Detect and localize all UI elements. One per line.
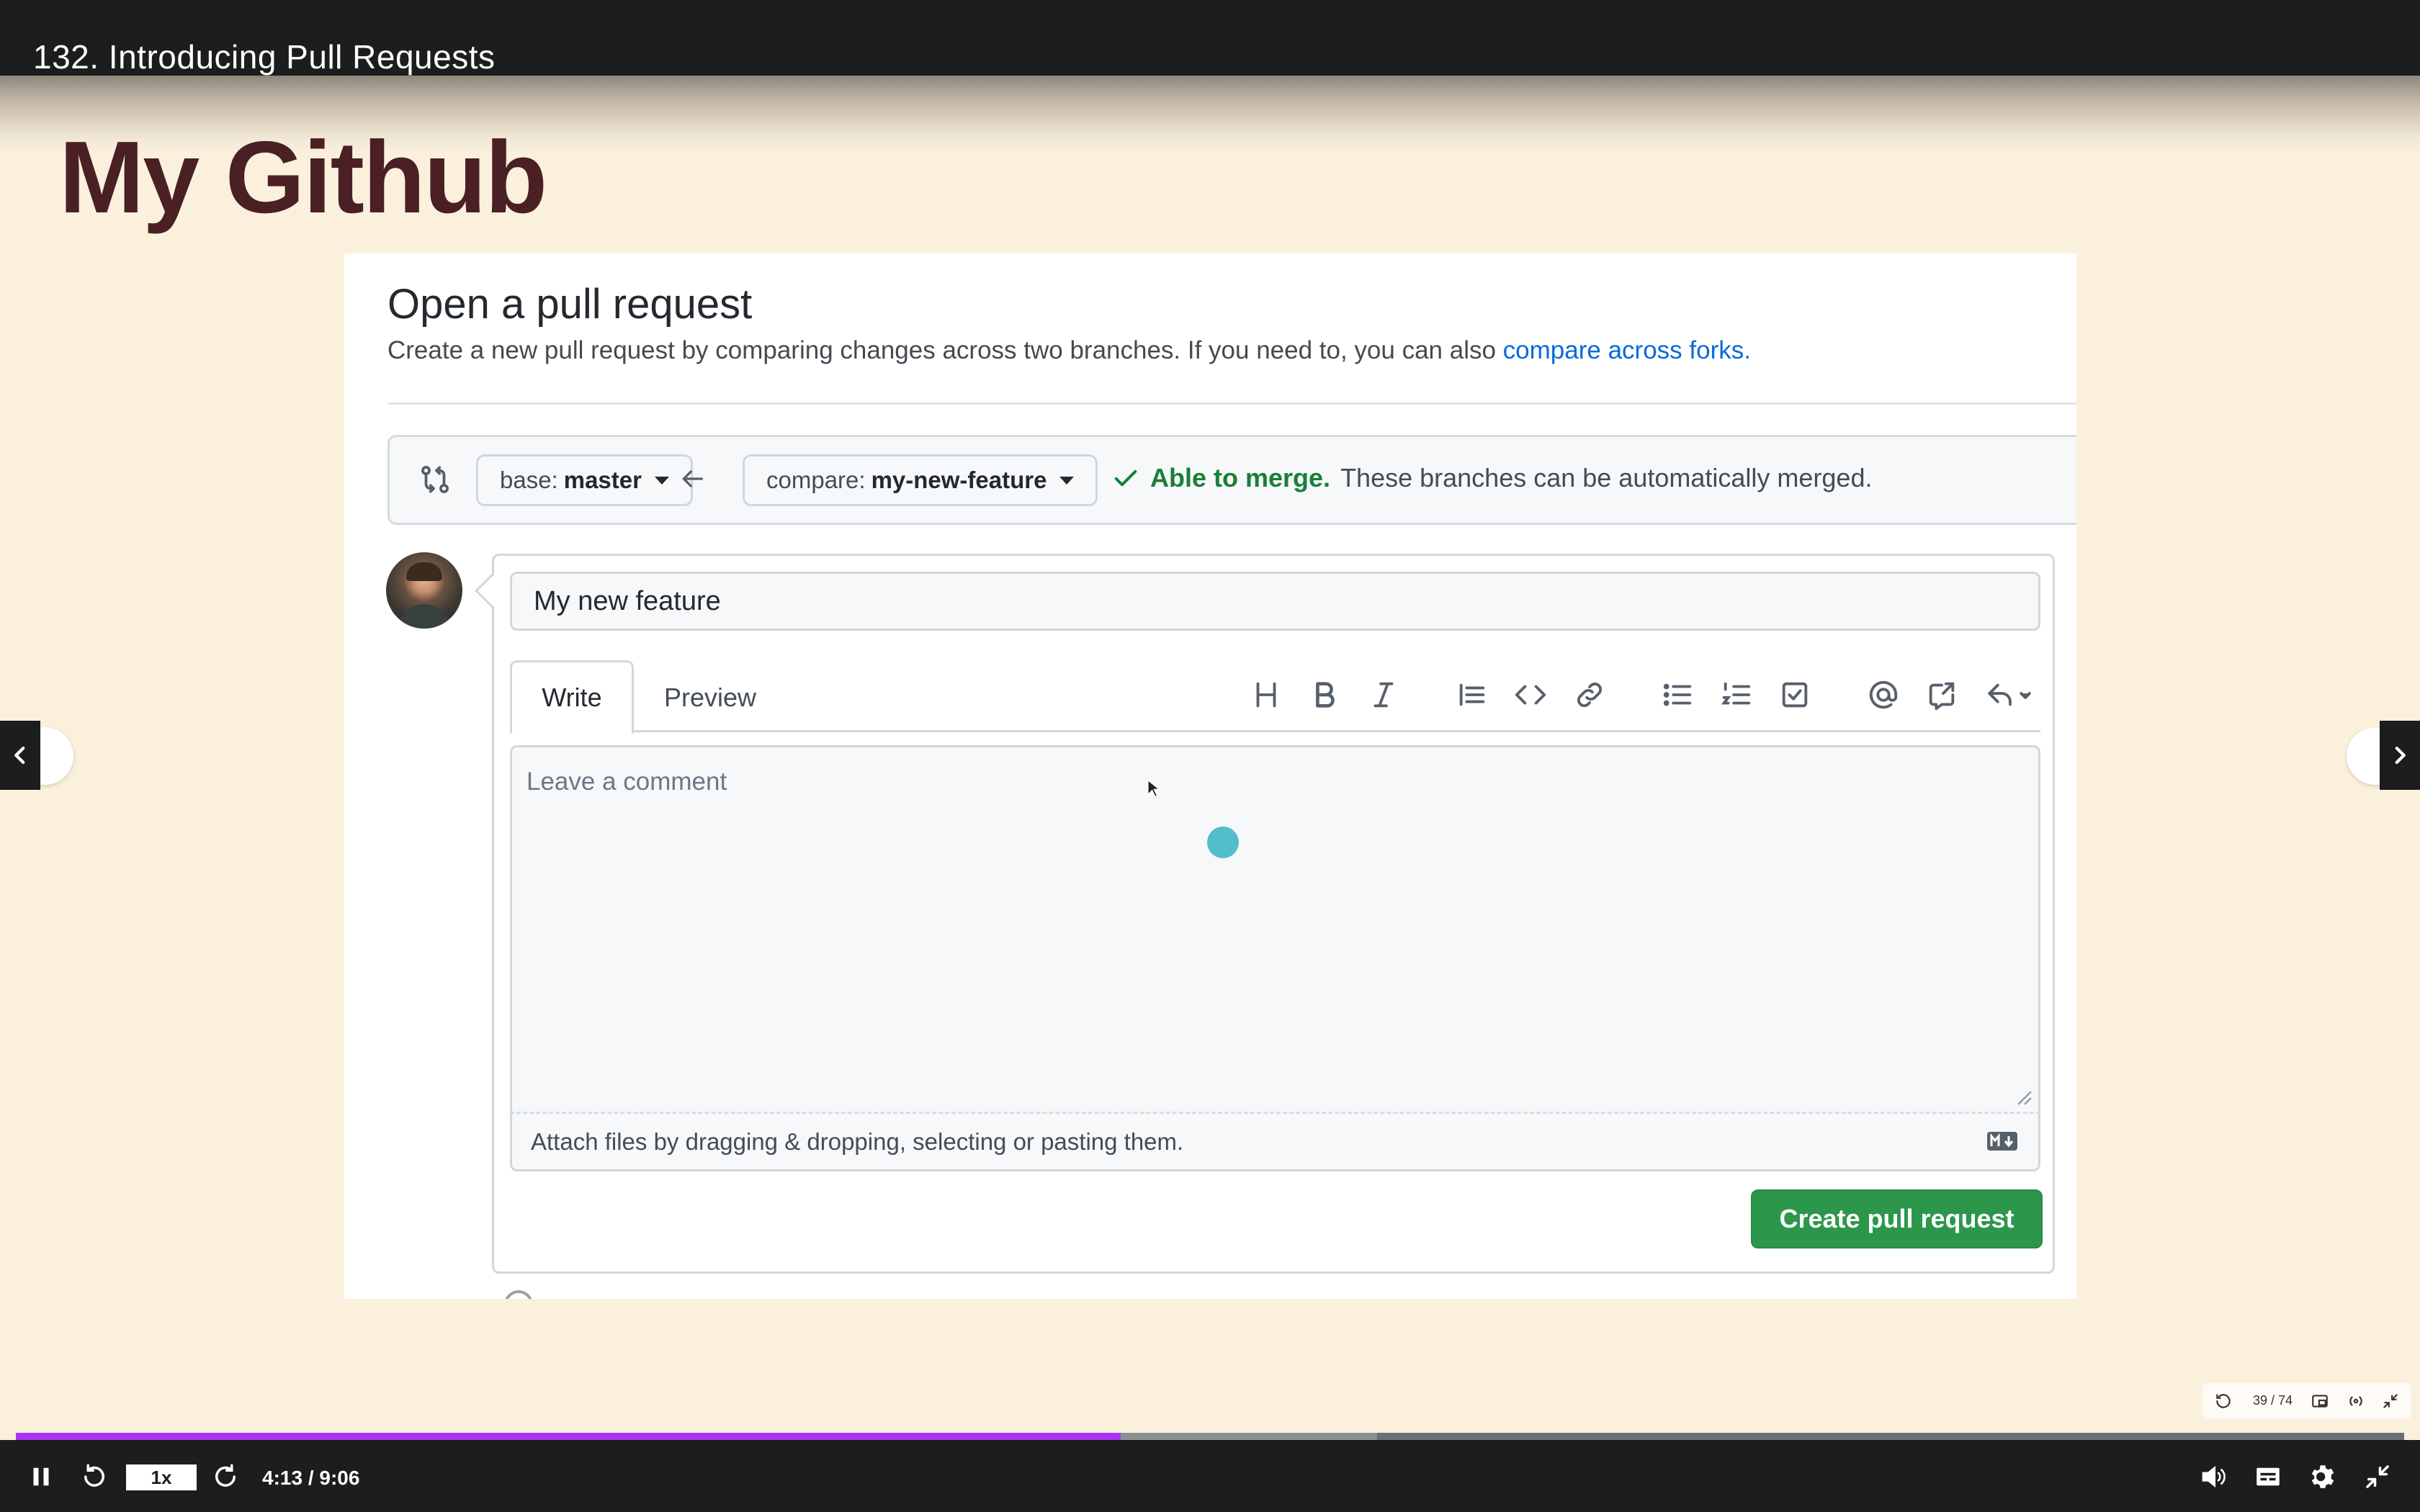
tab-preview[interactable]: Preview bbox=[645, 660, 775, 734]
task-list-icon[interactable] bbox=[1778, 678, 1811, 711]
merge-ok-text: Able to merge. bbox=[1150, 463, 1331, 492]
italic-icon[interactable] bbox=[1367, 678, 1400, 711]
comment-placeholder: Leave a comment bbox=[526, 768, 727, 796]
create-pull-request-button[interactable]: Create pull request bbox=[1751, 1189, 2043, 1248]
avatar[interactable] bbox=[386, 552, 462, 629]
editor-tabs: Write Preview bbox=[510, 660, 2040, 734]
slide-heading: My Github bbox=[59, 120, 547, 235]
resize-grip-icon[interactable] bbox=[2017, 1090, 2033, 1106]
rewind-5-icon[interactable] bbox=[79, 1462, 109, 1492]
progress-played bbox=[16, 1433, 1121, 1440]
caret-down-icon bbox=[1059, 476, 1075, 485]
merge-status: Able to merge. These branches can be aut… bbox=[1111, 463, 1872, 493]
chevron-left-icon bbox=[14, 746, 25, 765]
playback-speed-button[interactable]: 1x bbox=[126, 1464, 197, 1490]
chevron-right-icon bbox=[2395, 746, 2406, 765]
picture-in-picture-icon[interactable] bbox=[2311, 1392, 2329, 1410]
exit-fullscreen-icon[interactable] bbox=[2362, 1462, 2393, 1492]
quote-icon[interactable] bbox=[1456, 678, 1489, 711]
merge-detail-text: These branches can be automatically merg… bbox=[1340, 463, 1873, 492]
mouse-cursor-icon bbox=[1147, 779, 1160, 798]
page-title: Open a pull request bbox=[387, 281, 753, 328]
lecture-title: 132. Introducing Pull Requests bbox=[33, 38, 496, 76]
mini-player-overlay: 39 / 74 bbox=[2202, 1383, 2411, 1419]
forward-5-icon[interactable] bbox=[210, 1462, 241, 1492]
attach-files-bar[interactable]: Attach files by dragging & dropping, sel… bbox=[510, 1114, 2040, 1171]
partial-icon bbox=[504, 1290, 533, 1299]
bulleted-list-icon[interactable] bbox=[1661, 678, 1694, 711]
pr-title-input[interactable] bbox=[510, 572, 2040, 631]
code-icon[interactable] bbox=[1514, 678, 1547, 711]
collapse-icon[interactable] bbox=[2381, 1392, 2400, 1410]
comment-textarea[interactable]: Leave a comment bbox=[510, 745, 2040, 1114]
cross-reference-icon[interactable] bbox=[1925, 678, 1958, 711]
broadcast-icon[interactable] bbox=[2347, 1392, 2365, 1410]
compare-forks-link[interactable]: compare across forks. bbox=[1503, 336, 1751, 364]
bold-icon[interactable] bbox=[1308, 678, 1341, 711]
divider bbox=[387, 402, 2076, 405]
pr-form: Write Preview bbox=[492, 554, 2055, 1274]
tab-write[interactable]: Write bbox=[510, 660, 634, 734]
compare-prefix: compare: bbox=[766, 467, 866, 493]
reply-icon[interactable] bbox=[1984, 678, 2035, 711]
markdown-icon bbox=[1987, 1132, 2017, 1151]
check-icon bbox=[1114, 469, 1137, 487]
heading-icon[interactable] bbox=[1250, 678, 1283, 711]
base-value: master bbox=[563, 467, 642, 493]
page-subtitle: Create a new pull request by comparing c… bbox=[387, 336, 1751, 365]
compare-value: my-new-feature bbox=[871, 467, 1047, 493]
prev-lecture-button[interactable] bbox=[0, 721, 40, 790]
click-indicator bbox=[1207, 827, 1239, 858]
mention-icon[interactable] bbox=[1867, 678, 1900, 711]
link-icon[interactable] bbox=[1573, 678, 1606, 711]
video-player: 132. Introducing Pull Requests My Github… bbox=[0, 0, 2420, 1512]
replay-icon[interactable] bbox=[2214, 1392, 2233, 1410]
progress-bar[interactable] bbox=[16, 1433, 2404, 1440]
base-prefix: base: bbox=[500, 467, 558, 493]
github-screenshot: Open a pull request Create a new pull re… bbox=[344, 253, 2076, 1299]
pause-icon[interactable] bbox=[26, 1462, 56, 1492]
subtitle-text: Create a new pull request by comparing c… bbox=[387, 336, 1503, 364]
numbered-list-icon[interactable] bbox=[1720, 678, 1753, 711]
player-controls: 1x 4:13 / 9:06 bbox=[0, 1440, 2420, 1512]
base-branch-select[interactable]: base: master bbox=[476, 454, 693, 506]
volume-icon[interactable] bbox=[2198, 1462, 2228, 1492]
caret-down-icon bbox=[654, 476, 669, 485]
arrow-left-icon bbox=[682, 470, 703, 487]
git-compare-icon bbox=[421, 466, 449, 493]
branch-compare-bar: base: master compare: my-new-feature Abl… bbox=[387, 435, 2076, 525]
captions-icon[interactable] bbox=[2253, 1462, 2283, 1492]
lecture-header: 132. Introducing Pull Requests bbox=[0, 0, 2420, 76]
next-lecture-button[interactable] bbox=[2380, 721, 2420, 790]
attach-files-text: Attach files by dragging & dropping, sel… bbox=[531, 1128, 1184, 1155]
compare-branch-select[interactable]: compare: my-new-feature bbox=[743, 454, 1098, 506]
mini-counter: 39 / 74 bbox=[2253, 1393, 2293, 1408]
settings-gear-icon[interactable] bbox=[2308, 1462, 2338, 1492]
avatar-shirt bbox=[398, 604, 451, 629]
time-display: 4:13 / 9:06 bbox=[262, 1467, 360, 1489]
avatar-hair bbox=[406, 562, 442, 581]
